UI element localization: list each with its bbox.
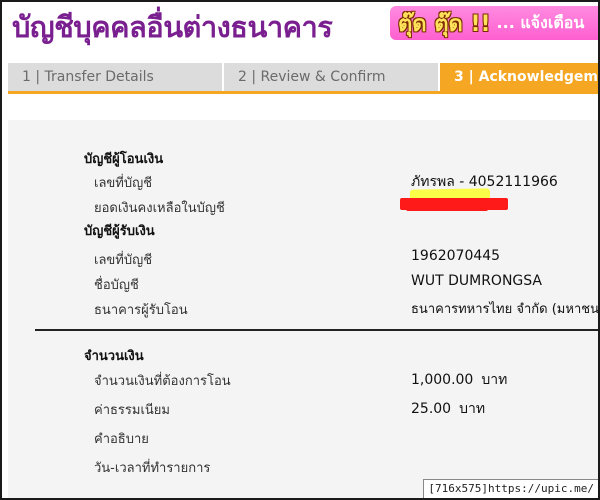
fee-label: ค่าธรรมเนียม [94, 403, 170, 418]
promo-tag: ตุ๊ด ตุ๊ด !! [398, 11, 491, 37]
recipient-bank-label: ธนาคารผู้รับโอน [94, 303, 188, 318]
upload-watermark: [716x575]https://upic.me/ [423, 479, 598, 498]
redaction-mark-secondary [406, 204, 488, 211]
transfer-amount-unit: บาท [481, 372, 508, 388]
acknowledgement-panel: บัญชีผู้โอนเงิน เลขที่บัญชี ภัทรพล - 405… [8, 120, 600, 498]
transfer-amount-value: 1,000.00 บาท [411, 369, 507, 391]
recipient-heading: บัญชีผู้รับเงิน [84, 224, 155, 239]
fee-unit: บาท [459, 401, 486, 417]
recipient-account-no-value: 1962070445 [411, 248, 501, 264]
datetime-label: วัน-เวลาที่ทำรายการ [94, 461, 211, 476]
transfer-amount-label: จำนวนเงินที่ต้องการโอน [94, 374, 231, 389]
step-transfer-details: 1 | Transfer Details [8, 63, 222, 91]
page-title: บัญชีบุคคลอื่นต่างธนาคาร [12, 10, 333, 44]
fee-value: 25.00 บาท [411, 398, 485, 420]
step-tabs: 1 | Transfer Details 2 | Review & Confir… [8, 63, 598, 94]
sender-balance-label: ยอดเงินคงเหลือในบัญชี [94, 201, 225, 216]
promo-banner[interactable]: ตุ๊ด ตุ๊ด !! ... แจ้งเตือน [390, 6, 598, 40]
promo-text: ... แจ้งเตือน [496, 12, 585, 32]
amount-heading: จำนวนเงิน [84, 349, 144, 364]
sender-account-no-value: ภัทรพล - 4052111966 [411, 174, 558, 190]
description-label: คำอธิบาย [94, 432, 149, 447]
fee-number: 25.00 [411, 401, 452, 417]
sender-heading: บัญชีผู้โอนเงิน [84, 152, 164, 167]
recipient-account-name-label: ชื่อบัญชี [94, 278, 139, 293]
browser-viewport: บัญชีบุคคลอื่นต่างธนาคาร ตุ๊ด ตุ๊ด !! ..… [0, 0, 600, 500]
step-review-confirm: 2 | Review & Confirm [224, 63, 438, 91]
recipient-account-no-label: เลขที่บัญชี [94, 253, 153, 268]
section-divider [35, 329, 598, 331]
recipient-bank-value: ธนาคารทหารไทย จำกัด (มหาชน) [411, 302, 600, 317]
transfer-amount-number: 1,000.00 [411, 372, 474, 388]
recipient-account-name-value: WUT DUMRONGSA [411, 273, 542, 289]
sender-account-no-label: เลขที่บัญชี [94, 176, 153, 191]
step-acknowledgement: 3 | Acknowledgement [440, 63, 598, 91]
